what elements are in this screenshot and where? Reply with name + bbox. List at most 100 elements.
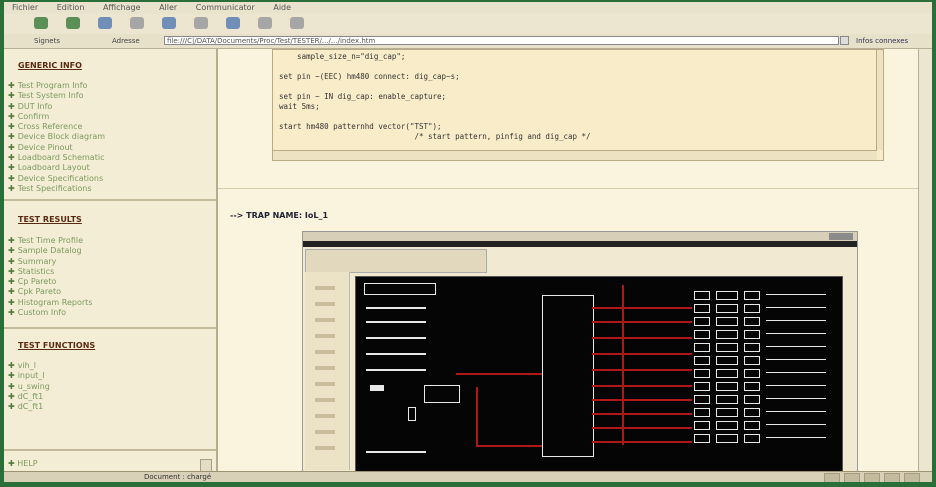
input-wire xyxy=(366,369,426,371)
sidebar-generic-item-label: DUT Info xyxy=(17,101,53,111)
buffer-cell xyxy=(716,343,738,352)
sidebar-functions-item[interactable]: ✚ input_l xyxy=(8,371,50,381)
sidebar-results-item[interactable]: ✚ Summary xyxy=(8,257,92,267)
status-slot xyxy=(884,473,900,482)
buffer-cell xyxy=(744,382,760,391)
output-wire xyxy=(766,346,826,347)
sidebar-results-item-label: Cpk Pareto xyxy=(17,287,61,297)
plus-icon: ✚ xyxy=(8,132,15,142)
reload-icon[interactable] xyxy=(98,17,112,29)
buffer-cell xyxy=(716,356,738,365)
plus-icon: ✚ xyxy=(8,287,15,297)
schematic-canvas xyxy=(355,276,843,471)
bus-line xyxy=(592,427,692,429)
buffer-cell xyxy=(716,421,738,430)
plus-icon: ✚ xyxy=(8,122,15,132)
menu-aide[interactable]: Aide xyxy=(273,3,291,12)
sidebar-results-item[interactable]: ✚ Test Time Profile xyxy=(8,236,92,246)
sidebar-generic-item[interactable]: ✚ Confirm xyxy=(8,112,105,122)
help-link[interactable]: ✚ HELP xyxy=(8,459,38,468)
guide-icon[interactable] xyxy=(194,17,208,29)
related-links-button[interactable]: Infos connexes xyxy=(856,37,908,45)
output-wire xyxy=(766,320,826,321)
sidebar-generic-item[interactable]: ✚ DUT Info xyxy=(8,102,105,112)
sidebar-results-item[interactable]: ✚ Statistics xyxy=(8,267,92,277)
sidebar-results-item[interactable]: ✚ Histogram Reports xyxy=(8,298,92,308)
page-vertical-scrollbar[interactable] xyxy=(918,49,932,471)
search-icon[interactable] xyxy=(162,17,176,29)
bus-line xyxy=(592,369,692,371)
menu-fichier[interactable]: Fichier xyxy=(12,3,38,12)
code-horizontal-scrollbar[interactable] xyxy=(273,150,877,160)
input-wire xyxy=(366,353,426,355)
buffer-cell xyxy=(716,330,738,339)
address-label: Adresse xyxy=(112,37,140,45)
url-input[interactable]: file:///C|/DATA/Documents/Proc/Test/TEST… xyxy=(164,36,839,45)
sidebar-results-item[interactable]: ✚ Custom Info xyxy=(8,308,92,318)
forward-icon[interactable] xyxy=(66,17,80,29)
status-slot xyxy=(904,473,920,482)
plus-icon: ✚ xyxy=(8,381,15,391)
menu-communicator[interactable]: Communicator xyxy=(196,3,255,12)
plus-icon: ✚ xyxy=(8,81,15,90)
buffer-cell xyxy=(744,317,760,326)
plus-icon: ✚ xyxy=(8,459,15,468)
sidebar-functions-item[interactable]: ✚ dC_ft1 xyxy=(8,392,50,402)
sidebar-generic-item[interactable]: ✚ Device Pinout xyxy=(8,143,105,153)
status-bar: Document : chargé xyxy=(4,471,932,482)
sidebar-results-item-label: Custom Info xyxy=(17,308,67,318)
code-vertical-scrollbar[interactable] xyxy=(876,50,883,150)
buffer-cell xyxy=(694,291,710,300)
plus-icon: ✚ xyxy=(8,277,15,287)
url-dropdown-icon[interactable] xyxy=(840,36,849,45)
sidebar-generic-item[interactable]: ✚ Cross Reference xyxy=(8,122,105,132)
bus-line xyxy=(592,385,692,387)
output-wire xyxy=(766,294,826,295)
sidebar-functions-item[interactable]: ✚ dC_ft1 xyxy=(8,402,50,412)
back-icon[interactable] xyxy=(34,17,48,29)
bus-line xyxy=(592,307,692,309)
menu-affichage[interactable]: Affichage xyxy=(103,3,141,12)
sidebar-results-item[interactable]: ✚ Cp Pareto xyxy=(8,277,92,287)
sidebar-generic-item[interactable]: ✚ Loadboard Schematic xyxy=(8,153,105,163)
sidebar-generic-item[interactable]: ✚ Test System Info xyxy=(8,91,105,101)
bus-line xyxy=(622,285,624,445)
code-line: set pin ~(EEC) hm480 connect: dig_cap~s; xyxy=(279,72,460,81)
buffer-cell xyxy=(744,421,760,430)
output-wire xyxy=(766,411,826,412)
test-functions-list: ✚ vih_l ✚ input_l ✚ u_swing ✚ dC_ft1 ✚ dC_ft1 xyxy=(8,361,50,412)
output-wire xyxy=(766,333,826,334)
sidebar-results-item[interactable]: ✚ Cpk Pareto xyxy=(8,287,92,297)
menu-aller[interactable]: Aller xyxy=(159,3,177,12)
home-icon[interactable] xyxy=(130,17,144,29)
print-icon[interactable] xyxy=(226,17,240,29)
sidebar-generic-item[interactable]: ✚ Loadboard Layout xyxy=(8,163,105,173)
sidebar-generic-item[interactable]: ✚ Device Specifications xyxy=(8,174,105,184)
navigation-toolbar xyxy=(4,14,932,35)
stop-icon[interactable] xyxy=(290,17,304,29)
schematic-toolbar xyxy=(305,249,487,273)
sidebar-generic-item-label: Device Block diagram xyxy=(17,132,106,142)
sidebar-generic-item-label: Device Specifications xyxy=(17,173,104,183)
schematic-side-panel xyxy=(305,272,350,470)
schematic-block xyxy=(364,283,436,295)
sidebar-functions-item[interactable]: ✚ vih_l xyxy=(8,361,50,371)
sidebar-results-item[interactable]: ✚ Sample Datalog xyxy=(8,246,92,256)
bus-line xyxy=(476,445,542,447)
plus-icon: ✚ xyxy=(8,101,15,111)
schematic-titlebar xyxy=(303,232,857,241)
security-icon[interactable] xyxy=(258,17,272,29)
sidebar-generic-item[interactable]: ✚ Device Block diagram xyxy=(8,132,105,142)
sidebar-generic-item[interactable]: ✚ Test Program Info xyxy=(8,81,105,91)
sidebar-divider xyxy=(4,199,216,201)
sidebar-functions-item[interactable]: ✚ u_swing xyxy=(8,382,50,392)
buffer-cell xyxy=(694,382,710,391)
code-line: /* start pattern, pinfig and dig_cap */ xyxy=(279,132,591,141)
sidebar-generic-item[interactable]: ✚ Test Specifications xyxy=(8,184,105,194)
buffer-cell xyxy=(694,304,710,313)
bookmarks-button[interactable]: Signets xyxy=(34,37,60,45)
browser-window: Fichier Edition Affichage Aller Communic… xyxy=(4,2,932,482)
buffer-cell xyxy=(744,356,760,365)
buffer-cell xyxy=(744,395,760,404)
menu-edition[interactable]: Edition xyxy=(57,3,85,12)
